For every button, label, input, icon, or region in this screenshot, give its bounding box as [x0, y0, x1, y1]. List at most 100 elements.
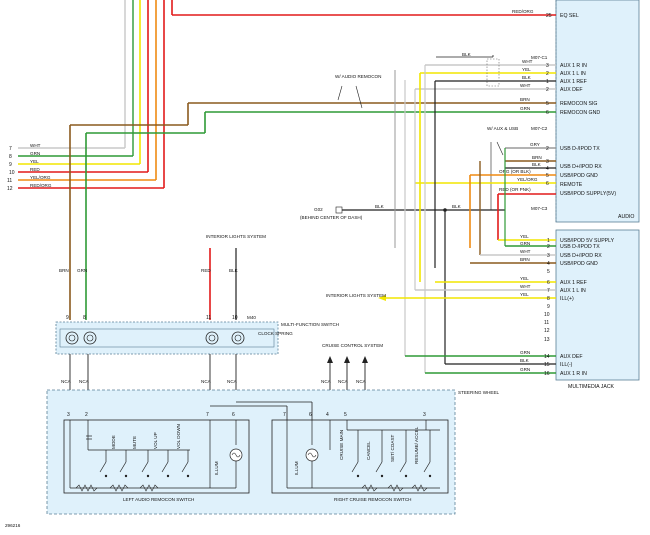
- jack-pin-num: 13: [544, 337, 550, 343]
- ground-wire-label: BLK: [375, 204, 385, 209]
- svg-text:7: 7: [283, 412, 286, 418]
- red-wire-label: RED: [201, 268, 211, 273]
- switch-label: CANCEL: [366, 441, 371, 460]
- audio-unit-label: AUDIO: [618, 214, 634, 220]
- jack-pin-num: 5: [547, 269, 550, 275]
- svg-text:6: 6: [232, 412, 235, 418]
- wire-label: YEL: [520, 276, 529, 281]
- nca-label: NCA: [356, 379, 367, 384]
- wire-label: YEL: [520, 292, 529, 297]
- grn-wire-label: GRN: [77, 268, 87, 273]
- svg-text:10: 10: [232, 315, 238, 321]
- shield-wire-label: BLK: [462, 52, 472, 57]
- left-wire-label: RED/ORG: [30, 183, 52, 188]
- m40-label: M40: [247, 315, 256, 320]
- left-wire-num: 11: [7, 178, 12, 184]
- ground-id: G02: [314, 207, 323, 212]
- audio-remocon-label: W/ AUDIO REMOCON: [335, 74, 381, 79]
- left-wire-num: 8: [9, 154, 12, 160]
- svg-text:3: 3: [423, 412, 426, 418]
- ground-desc: (BEHIND CENTER OF DASH): [300, 215, 363, 220]
- pin-num: 3: [546, 63, 549, 69]
- pin-num: 6: [546, 181, 549, 187]
- ground-icon: [335, 206, 343, 214]
- svg-text:3: 3: [67, 412, 70, 418]
- pin-label: AUX 1 L IN: [560, 71, 586, 77]
- wire-label: RED/ORG: [512, 9, 534, 14]
- clock-spring-label: CLOCK SPRING: [258, 331, 293, 336]
- jack-pin-label: ILL(+): [560, 296, 574, 302]
- wire-label: BLK: [522, 75, 532, 80]
- pin-label: REMOCON SIG: [560, 101, 597, 107]
- pin-label: USB D+/IPOD RX: [560, 164, 602, 170]
- svg-text:8: 8: [83, 315, 86, 321]
- jack-pin-num: 14: [544, 354, 550, 360]
- svg-text:4: 4: [326, 412, 329, 418]
- wire-label: WHT: [520, 284, 531, 289]
- nca-label: NCA: [321, 379, 332, 384]
- pin-label: AUX 1 R IN: [560, 63, 587, 69]
- wire-label: YEL: [520, 234, 529, 239]
- arrow-up-icon: [344, 356, 350, 363]
- interior-lights-label-1: INTERIOR LIGHTS SYSTEM: [206, 234, 266, 239]
- jack-pin-num: 3: [547, 253, 550, 259]
- cruise-control-label: CRUISE CONTROL SYSTEM: [322, 343, 383, 348]
- switch-label: SET/ COAST: [390, 434, 395, 462]
- nca-label: NCA: [227, 379, 238, 384]
- pin-num: 3: [546, 159, 549, 165]
- steering-wheel-label: STEERING WHEEL: [458, 390, 500, 395]
- switch-label: MUTE: [132, 436, 137, 449]
- aux-usb-label: W/ AUX & USB: [487, 126, 518, 131]
- wire-label: BRN: [520, 257, 530, 262]
- wire-label: BRN: [532, 155, 542, 160]
- wire-label: ORG (OR BLK): [499, 169, 531, 174]
- jack-pin-num: 11: [544, 320, 549, 326]
- jack-pin-label: AUX 1 R IN: [560, 371, 587, 377]
- jack-pin-label: AUX DEF: [560, 354, 582, 360]
- pin-num: 4: [546, 166, 549, 172]
- left-remocon-label: LEFT AUDIO REMOCON SWITCH: [123, 497, 194, 502]
- wire-label: WHT: [522, 59, 533, 64]
- multimedia-jack-label: MULTIMEDIA JACK: [568, 384, 615, 390]
- svg-text:6: 6: [309, 412, 312, 418]
- jack-pin-num: 9: [547, 304, 550, 310]
- nca-label: NCA: [338, 379, 349, 384]
- left-wire-num: 12: [7, 186, 13, 192]
- wire-label: WHT: [520, 249, 531, 254]
- jack-pin-num: 6: [547, 280, 550, 286]
- pin-label: REMOTE: [560, 182, 583, 188]
- wire-label: YEL: [522, 67, 531, 72]
- svg-text:9: 9: [66, 315, 69, 321]
- jack-pin-label: ILL(-): [560, 362, 573, 368]
- pin-label: AUX 1 REF: [560, 79, 587, 85]
- jack-pin-num: 2: [547, 244, 550, 250]
- jack-pin-num: 16: [544, 371, 550, 377]
- svg-text:2: 2: [85, 412, 88, 418]
- switch-label: VOL UP: [153, 432, 158, 449]
- switch-label: RESUME/ ACCEL: [414, 426, 419, 464]
- left-wire-num: 7: [9, 146, 12, 152]
- ground-wire-label-2: BLK: [452, 204, 462, 209]
- brn-wire-label: BRN: [59, 268, 69, 273]
- pin-label: USB/IPOD SUPPLY(5V): [560, 191, 616, 197]
- pin-label: REMOCON GND: [560, 110, 600, 116]
- wiring-diagram: AUDIO MULTIMEDIA JACK M07-C1 M07-C2 M07-…: [5, 0, 640, 528]
- switch-label: ILLUM: [214, 461, 219, 475]
- left-wire-label: GRN: [30, 151, 40, 156]
- switch-label: CRUISE MAIN: [339, 430, 344, 460]
- connector-c2: M07-C2: [531, 126, 548, 131]
- pin-label: EQ SEL: [560, 13, 579, 19]
- jack-pin-label: USB D+/IPOD RX: [560, 253, 602, 259]
- jack-pin-label: USB/IPOD GND: [560, 261, 598, 267]
- mfs-label: MULTI-FUNCTION SWITCH: [281, 322, 339, 327]
- arrow-up-icon: [327, 356, 333, 363]
- wire-label: GRN: [520, 241, 530, 246]
- pin-num: 2: [546, 146, 549, 152]
- jack-pin-num: 7: [547, 288, 550, 294]
- pin-num: 6: [546, 110, 549, 116]
- nca-label: NCA: [79, 379, 90, 384]
- svg-text:5: 5: [344, 412, 347, 418]
- pin-label: USB D-/IPOD TX: [560, 146, 600, 152]
- jack-pin-label: AUX 1 L IN: [560, 288, 586, 294]
- left-wire-num: 9: [9, 162, 12, 168]
